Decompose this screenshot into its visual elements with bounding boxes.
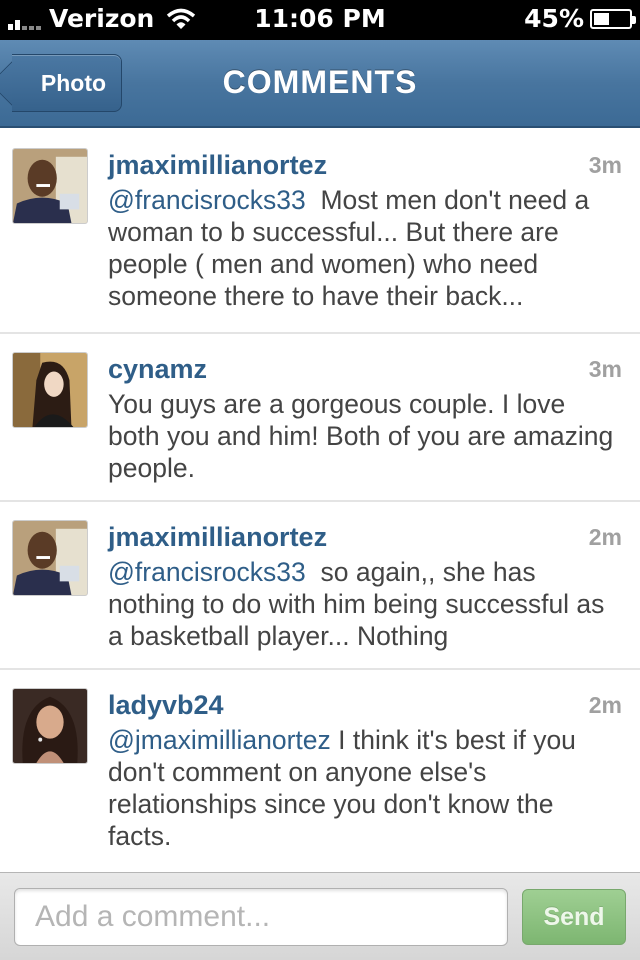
status-right: 45% [524,4,636,33]
send-button[interactable]: Send [522,889,626,945]
comment-body: You guys are a gorgeous couple. I love b… [108,389,614,483]
comment-username[interactable]: jmaximillianortez [108,522,327,553]
back-button[interactable]: Photo [12,54,122,112]
comment-mention[interactable]: @francisrocks33 [108,557,306,587]
comment-username[interactable]: ladyvb24 [108,690,224,721]
avatar[interactable] [12,520,88,596]
comment-text: @francisrocks33 so again,, she has nothi… [108,556,622,652]
comment-input[interactable] [14,888,508,946]
comment-text: @jmaximillianortez I think it's best if … [108,724,622,852]
comment-item: cynamz 3m You guys are a gorgeous couple… [0,334,640,502]
comment-time: 3m [588,152,622,178]
ladyvb24-avatar-icon [13,689,87,763]
comment-composer: Send [0,872,640,960]
battery-percent: 45% [524,4,584,33]
comment-username[interactable]: cynamz [108,354,207,385]
comment-text: @francisrocks33 Most men don't need a wo… [108,184,622,312]
comment-mention[interactable]: @francisrocks33 [108,185,306,215]
comment-item: ladyvb24 2m @jmaximillianortez I think i… [0,670,640,870]
comment-mention[interactable]: @jmaximillianortez [108,725,331,755]
comment-username[interactable]: jmaximillianortez [108,150,327,181]
comment-time: 2m [588,692,622,718]
nav-bar: Photo COMMENTS [0,40,640,128]
send-button-label: Send [543,902,605,931]
comment-item: jmaximillianortez 2m @francisrocks33 so … [0,502,640,670]
avatar[interactable] [12,148,88,224]
back-button-label: Photo [40,69,107,96]
avatar[interactable] [12,688,88,764]
comment-text: You guys are a gorgeous couple. I love b… [108,388,622,484]
battery-icon [590,8,636,29]
battery-fill [594,12,610,25]
jmaximillianortez-avatar-icon [13,521,87,595]
comment-item: jmaximillianortez 3m @francisrocks33 Mos… [0,130,640,334]
cynamz-avatar-icon [13,353,87,427]
comment-time: 3m [588,356,622,382]
jmaximillianortez-avatar-icon [13,149,87,223]
avatar[interactable] [12,352,88,428]
status-bar: Verizon 11:06 PM 45% [0,0,640,40]
comment-time: 2m [588,524,622,550]
comment-list: jmaximillianortez 3m @francisrocks33 Mos… [0,130,640,870]
